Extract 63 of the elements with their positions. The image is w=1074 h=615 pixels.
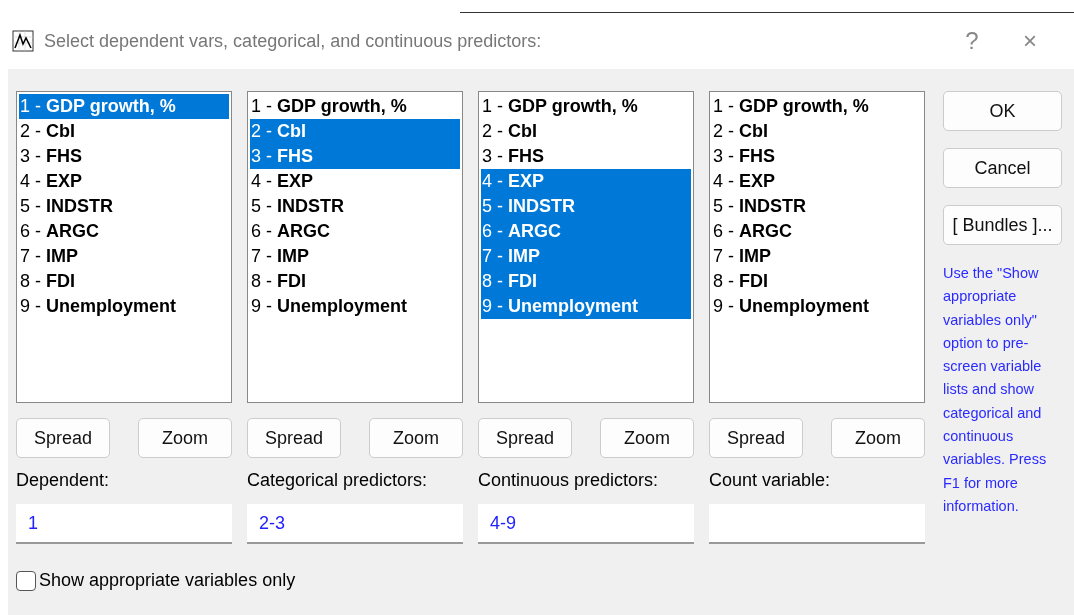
input-field[interactable]: 1 bbox=[16, 504, 232, 544]
list-item[interactable]: 7 - IMP bbox=[481, 244, 691, 269]
list-item[interactable]: 4 - EXP bbox=[712, 169, 922, 194]
list-item[interactable]: 4 - EXP bbox=[19, 169, 229, 194]
list-item[interactable]: 2 - CbI bbox=[712, 119, 922, 144]
list-item[interactable]: 5 - INDSTR bbox=[19, 194, 229, 219]
zoom-button[interactable]: Zoom bbox=[138, 418, 232, 458]
input-field[interactable] bbox=[709, 504, 925, 544]
spread-button[interactable]: Spread bbox=[16, 418, 110, 458]
list-item[interactable]: 8 - FDI bbox=[250, 269, 460, 294]
cancel-button[interactable]: Cancel bbox=[943, 148, 1062, 188]
ok-button[interactable]: OK bbox=[943, 91, 1062, 131]
list-item[interactable]: 6 - ARGC bbox=[19, 219, 229, 244]
list-item[interactable]: 1 - GDP growth, % bbox=[712, 94, 922, 119]
field-label: Categorical predictors: bbox=[247, 470, 429, 492]
spread-button[interactable]: Spread bbox=[709, 418, 803, 458]
list-item[interactable]: 3 - FHS bbox=[712, 144, 922, 169]
list-item[interactable]: 6 - ARGC bbox=[712, 219, 922, 244]
input-field[interactable]: 4-9 bbox=[478, 504, 694, 544]
close-button[interactable]: × bbox=[1006, 27, 1054, 55]
field-label: Continuous predictors: bbox=[478, 470, 660, 492]
list-item[interactable]: 6 - ARGC bbox=[250, 219, 460, 244]
list-item[interactable]: 9 - Unemployment bbox=[481, 294, 691, 319]
list-item[interactable]: 8 - FDI bbox=[19, 269, 229, 294]
list-item[interactable]: 2 - CbI bbox=[250, 119, 460, 144]
list-item[interactable]: 3 - FHS bbox=[250, 144, 460, 169]
list-item[interactable]: 7 - IMP bbox=[712, 244, 922, 269]
help-button[interactable]: ? bbox=[948, 27, 996, 55]
field-label: Dependent: bbox=[16, 470, 111, 492]
checkbox[interactable] bbox=[16, 570, 36, 591]
chart-icon bbox=[12, 30, 34, 52]
list-item[interactable]: 1 - GDP growth, % bbox=[481, 94, 691, 119]
input-field[interactable]: 2-3 bbox=[247, 504, 463, 544]
list-item[interactable]: 5 - INDSTR bbox=[712, 194, 922, 219]
checkbox-label: Show appropriate variables only bbox=[39, 570, 296, 591]
list-item[interactable]: 4 - EXP bbox=[250, 169, 460, 194]
list-item[interactable]: 9 - Unemployment bbox=[19, 294, 229, 319]
list-item[interactable]: 2 - CbI bbox=[19, 119, 229, 144]
list-item[interactable]: 3 - FHS bbox=[481, 144, 691, 169]
list-item[interactable]: 6 - ARGC bbox=[481, 219, 691, 244]
zoom-button[interactable]: Zoom bbox=[369, 418, 463, 458]
zoom-button[interactable]: Zoom bbox=[600, 418, 694, 458]
hint-text: Use the "Show appropriate variables only" option to pre-screen variable lists and show categorical and continuous variables. Press F1 for more information. bbox=[943, 264, 1048, 516]
bundles-button[interactable]: [ Bundles ]... bbox=[943, 205, 1062, 245]
option-checkbox[interactable]: Show appropriate variables only bbox=[16, 570, 925, 591]
list-item[interactable]: 8 - FDI bbox=[481, 269, 691, 294]
list-item[interactable]: 3 - FHS bbox=[19, 144, 229, 169]
list-item[interactable]: 9 - Unemployment bbox=[250, 294, 460, 319]
list-item[interactable]: 4 - EXP bbox=[481, 169, 691, 194]
spread-button[interactable]: Spread bbox=[478, 418, 572, 458]
list-item[interactable]: 7 - IMP bbox=[250, 244, 460, 269]
list-item[interactable]: 2 - CbI bbox=[481, 119, 691, 144]
list-item[interactable]: 7 - IMP bbox=[19, 244, 229, 269]
list-item[interactable]: 1 - GDP growth, % bbox=[250, 94, 460, 119]
list-item[interactable]: 5 - INDSTR bbox=[250, 194, 460, 219]
spread-button[interactable]: Spread bbox=[247, 418, 341, 458]
zoom-button[interactable]: Zoom bbox=[831, 418, 925, 458]
list-item[interactable]: 9 - Unemployment bbox=[712, 294, 922, 319]
field-label: Count variable: bbox=[709, 470, 832, 492]
list-item[interactable]: 5 - INDSTR bbox=[481, 194, 691, 219]
list-item[interactable]: 8 - FDI bbox=[712, 269, 922, 294]
window-title: Select dependent vars, categorical, and continuous predictors: bbox=[44, 30, 543, 52]
list-item[interactable]: 1 - GDP growth, % bbox=[19, 94, 229, 119]
